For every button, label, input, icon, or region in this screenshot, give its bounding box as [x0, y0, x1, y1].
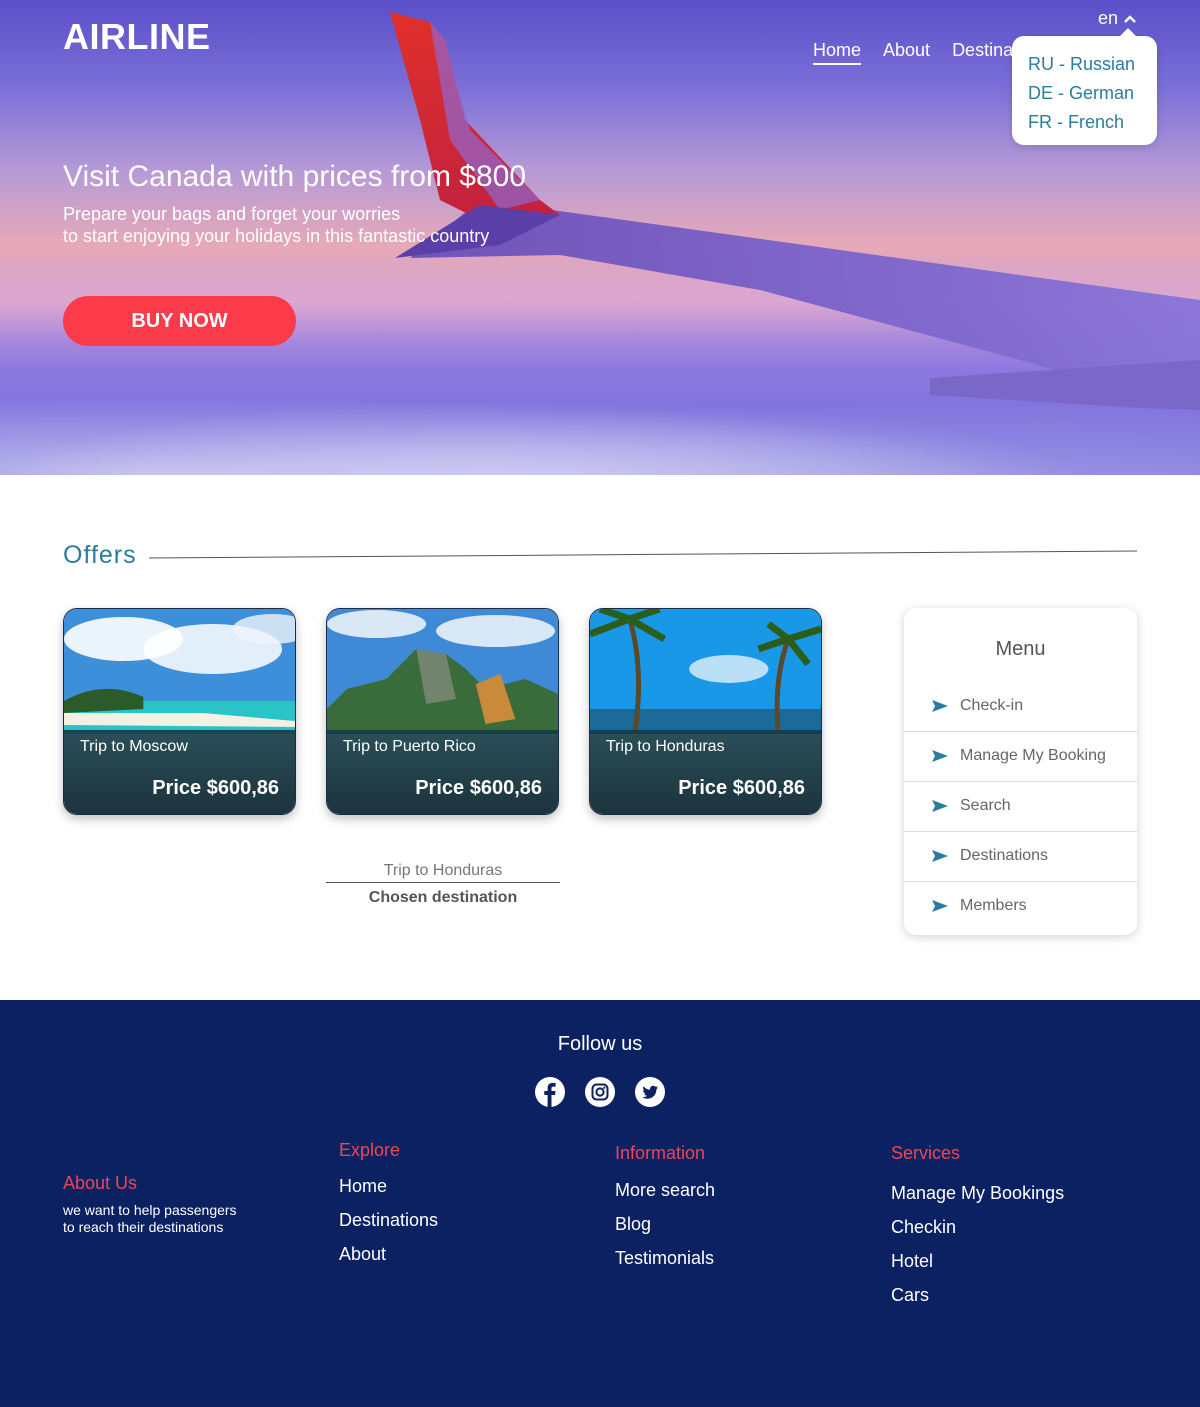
footer-services-heading: Services	[891, 1143, 961, 1163]
offer-card-puerto-rico[interactable]: Trip to Puerto Rico Price $600,86	[326, 608, 559, 815]
palm-beach-image	[590, 609, 821, 734]
offer-card-moscow[interactable]: Trip to Moscow Price $600,86	[63, 608, 296, 815]
footer-link-checkin[interactable]: Checkin	[891, 1217, 956, 1238]
offer-card-honduras[interactable]: Trip to Honduras Price $600,86	[589, 608, 822, 815]
menu-item-check-in[interactable]: Check-in	[904, 681, 1137, 731]
hero-title: Visit Canada with prices from $800	[63, 160, 527, 193]
menu-item-label: Manage My Booking	[960, 747, 1106, 764]
footer-explore-heading: Explore	[339, 1140, 401, 1160]
footer-link-hotel[interactable]: Hotel	[891, 1251, 933, 1272]
side-menu: Menu Check-in Manage My Booking Search D…	[904, 608, 1137, 935]
follow-us-title: Follow us	[557, 1033, 643, 1055]
nav-destinations[interactable]: Destina	[952, 40, 1013, 65]
menu-item-destinations[interactable]: Destinations	[904, 831, 1137, 881]
menu-item-search[interactable]: Search	[904, 781, 1137, 831]
card-title: Trip to Puerto Rico	[343, 738, 476, 755]
nav-about[interactable]: About	[883, 40, 930, 65]
nav-home[interactable]: Home	[813, 40, 862, 65]
footer-about-text-line2: to reach their destinations	[63, 1219, 224, 1235]
language-option-de[interactable]: DE - German	[1028, 79, 1157, 108]
offers-divider	[149, 550, 1137, 559]
footer-about-text: we want to help passengers to reach thei…	[63, 1202, 237, 1236]
logo[interactable]: AIRLINE	[63, 16, 211, 58]
hero-subtitle: Prepare your bags and forget your worrie…	[63, 203, 489, 247]
footer-link-blog[interactable]: Blog	[615, 1214, 651, 1235]
hero-subtitle-line1: Prepare your bags and forget your worrie…	[63, 204, 401, 224]
menu-item-label: Search	[960, 797, 1011, 814]
arrow-right-icon	[932, 800, 948, 812]
main-nav: Home About Destina	[813, 40, 1013, 65]
footer-link-destinations[interactable]: Destinations	[339, 1210, 438, 1231]
arrow-right-icon	[932, 850, 948, 862]
footer-link-more-search[interactable]: More search	[615, 1180, 715, 1201]
footer-about-heading: About Us	[63, 1173, 138, 1193]
facebook-icon[interactable]	[534, 1076, 566, 1108]
footer-information-heading: Information	[615, 1143, 706, 1163]
menu-title: Menu	[995, 638, 1046, 660]
arrow-right-icon	[932, 700, 948, 712]
card-title: Trip to Honduras	[606, 738, 725, 755]
menu-item-label: Check-in	[960, 697, 1024, 714]
instagram-icon[interactable]	[584, 1076, 616, 1108]
card-price: Price $600,86	[152, 777, 279, 799]
footer-link-manage-bookings[interactable]: Manage My Bookings	[891, 1183, 1064, 1204]
chosen-destination-value: Trip to Honduras	[326, 862, 560, 883]
menu-item-label: Destinations	[960, 847, 1049, 864]
card-price: Price $600,86	[415, 777, 542, 799]
arrow-right-icon	[932, 750, 948, 762]
language-current: en	[1098, 8, 1119, 28]
chosen-destination: Trip to Honduras Chosen destination	[326, 862, 560, 907]
chosen-destination-label: Chosen destination	[368, 889, 518, 906]
footer-link-testimonials[interactable]: Testimonials	[615, 1248, 714, 1269]
menu-item-manage-booking[interactable]: Manage My Booking	[904, 731, 1137, 781]
twitter-icon[interactable]	[634, 1076, 666, 1108]
arrow-right-icon	[932, 900, 948, 912]
footer-link-about[interactable]: About	[339, 1244, 386, 1265]
chevron-up-icon	[1124, 14, 1136, 23]
card-price: Price $600,86	[678, 777, 805, 799]
island-image	[327, 609, 558, 734]
footer-about-text-line1: we want to help passengers	[63, 1202, 237, 1218]
menu-item-label: Members	[960, 897, 1027, 914]
menu-item-members[interactable]: Members	[904, 881, 1137, 931]
offers-title: Offers	[63, 541, 137, 569]
language-option-ru[interactable]: RU - Russian	[1028, 50, 1157, 79]
hero-subtitle-line2: to start enjoying your holidays in this …	[63, 226, 490, 246]
footer-link-cars[interactable]: Cars	[891, 1285, 929, 1306]
language-option-fr[interactable]: FR - French	[1028, 108, 1157, 137]
footer-link-home[interactable]: Home	[339, 1176, 387, 1197]
card-title: Trip to Moscow	[80, 738, 188, 755]
language-selector[interactable]: en	[1098, 8, 1138, 29]
language-dropdown: RU - Russian DE - German FR - French	[1012, 28, 1157, 145]
buy-now-button[interactable]: BUY NOW	[63, 296, 296, 346]
beach-image	[64, 609, 295, 734]
